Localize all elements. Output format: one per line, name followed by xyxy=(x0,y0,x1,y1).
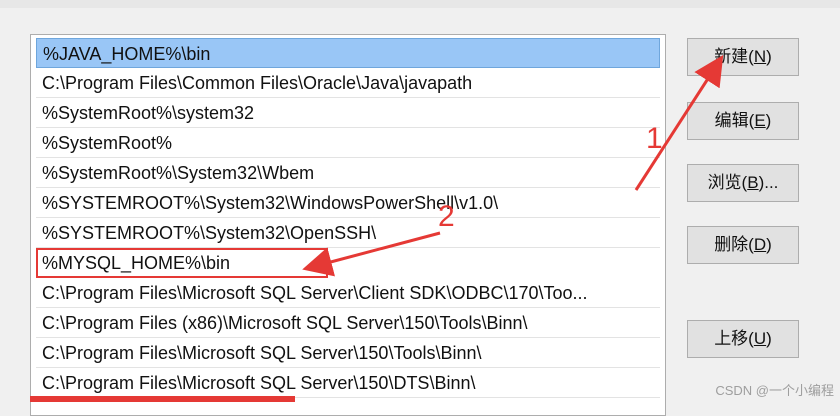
edit-button-text: 编辑( xyxy=(714,111,755,130)
annotation-step-1: 1 xyxy=(646,122,663,155)
delete-button-end: ) xyxy=(766,235,772,254)
watermark: CSDN @一个小编程 xyxy=(715,383,834,398)
new-button[interactable]: 新建(N) xyxy=(687,38,799,76)
path-item-sql-x86-tools[interactable]: C:\Program Files (x86)\Microsoft SQL Ser… xyxy=(36,308,660,338)
browse-button-text: 浏览( xyxy=(707,173,748,192)
path-item-sql-client-sdk[interactable]: C:\Program Files\Microsoft SQL Server\Cl… xyxy=(36,278,660,308)
delete-button-key: D xyxy=(753,235,767,254)
path-item-java-home[interactable]: %JAVA_HOME%\bin xyxy=(36,38,660,68)
path-item-systemroot[interactable]: %SystemRoot% xyxy=(36,128,660,158)
path-item-sql-dts[interactable]: C:\Program Files\Microsoft SQL Server\15… xyxy=(36,368,660,398)
new-button-end: ) xyxy=(766,47,772,66)
browse-button[interactable]: 浏览(B)... xyxy=(687,164,799,202)
edit-button[interactable]: 编辑(E) xyxy=(687,102,799,140)
path-item-mysql-home[interactable]: %MYSQL_HOME%\bin xyxy=(36,248,328,278)
move-up-button-text: 上移( xyxy=(714,329,754,348)
path-item-oracle-java[interactable]: C:\Program Files\Common Files\Oracle\Jav… xyxy=(36,68,660,98)
move-up-button[interactable]: 上移(U) xyxy=(687,320,799,358)
edit-button-end: ) xyxy=(765,111,772,130)
delete-button-text: 删除( xyxy=(714,235,754,254)
move-up-button-end: ) xyxy=(766,329,772,348)
window-top-edge xyxy=(0,0,840,8)
delete-button[interactable]: 删除(D) xyxy=(687,226,799,264)
browse-button-end: )... xyxy=(758,173,779,192)
partial-highlight-box xyxy=(30,396,295,402)
path-item-sql-tools[interactable]: C:\Program Files\Microsoft SQL Server\15… xyxy=(36,338,660,368)
path-item-system32[interactable]: %SystemRoot%\system32 xyxy=(36,98,660,128)
path-item-wbem[interactable]: %SystemRoot%\System32\Wbem xyxy=(36,158,660,188)
new-button-key: N xyxy=(753,47,767,66)
path-list[interactable]: %JAVA_HOME%\bin C:\Program Files\Common … xyxy=(30,34,666,416)
new-button-text: 新建( xyxy=(714,47,754,66)
path-item-openssh[interactable]: %SYSTEMROOT%\System32\OpenSSH\ xyxy=(36,218,660,248)
edit-button-key: E xyxy=(754,111,766,130)
move-up-button-key: U xyxy=(753,329,767,348)
annotation-step-2: 2 xyxy=(438,200,455,233)
path-item-powershell[interactable]: %SYSTEMROOT%\System32\WindowsPowerShell\… xyxy=(36,188,660,218)
browse-button-key: B xyxy=(747,173,759,192)
